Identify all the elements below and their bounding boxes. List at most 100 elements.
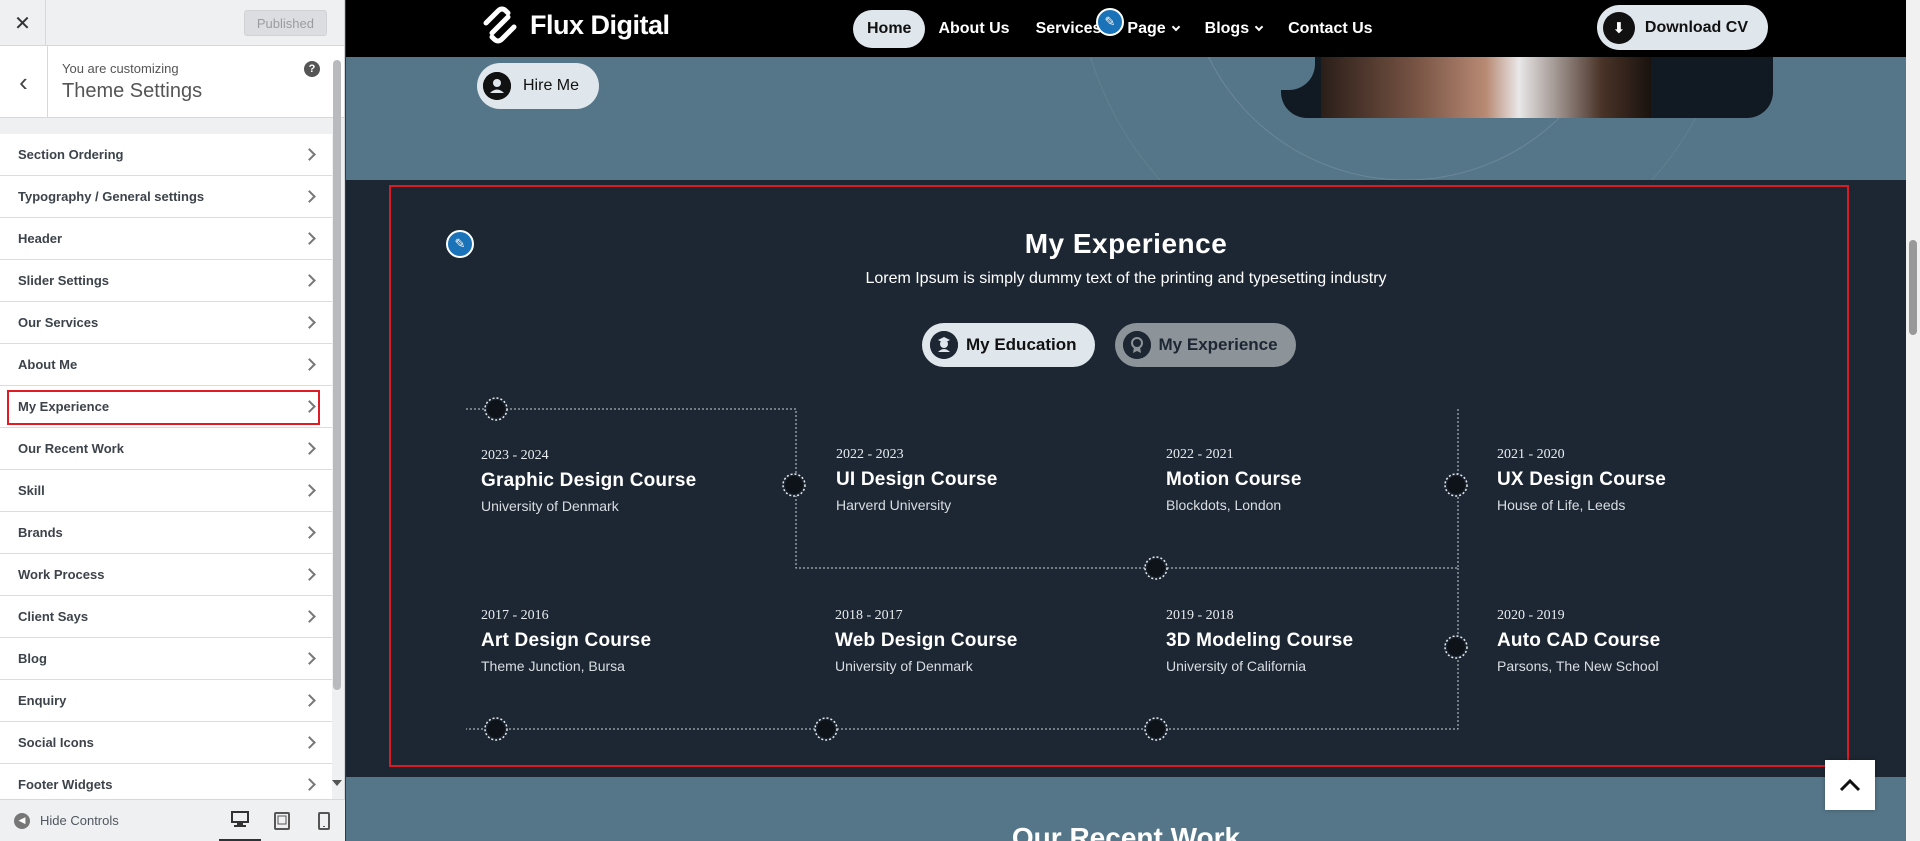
card-title: Motion Course — [1166, 469, 1302, 490]
chevron-right-icon — [303, 652, 316, 665]
card-years: 2017 - 2016 — [481, 608, 549, 623]
card-school: University of California — [1166, 658, 1307, 674]
menu-item-label: Section Ordering — [18, 147, 124, 162]
user-icon — [483, 72, 511, 100]
menu-item-skill[interactable]: Skill — [0, 470, 332, 512]
brand-name: Flux Digital — [530, 9, 670, 40]
card-school: Parsons, The New School — [1497, 658, 1659, 674]
menu-item-header[interactable]: Header — [0, 218, 332, 260]
device-desktop-button[interactable] — [219, 800, 261, 841]
card-title: UX Design Course — [1497, 469, 1666, 490]
hire-me-button[interactable]: Hire Me — [477, 63, 600, 109]
card-school: University of Denmark — [481, 498, 619, 514]
card-school: House of Life, Leeds — [1497, 497, 1626, 513]
menu-item-blog[interactable]: Blog — [0, 638, 332, 680]
menu-item-section-ordering[interactable]: Section Ordering — [0, 134, 332, 176]
back-icon[interactable]: ‹ — [0, 46, 48, 118]
menu-item-label: Social Icons — [18, 735, 94, 750]
section-title: Theme Settings — [62, 80, 203, 102]
device-tablet-button[interactable] — [261, 800, 303, 841]
menu-item-label: My Experience — [18, 399, 110, 414]
nav-label: Blogs — [1204, 20, 1250, 37]
chevron-right-icon — [303, 442, 316, 455]
device-mobile-button[interactable] — [303, 800, 345, 841]
menu-item-client-says[interactable]: Client Says — [0, 596, 332, 638]
hide-controls-button[interactable]: ◀ Hide Controls — [0, 812, 219, 829]
close-icon[interactable]: ✕ — [0, 0, 46, 46]
menu-item-our-services[interactable]: Our Services — [0, 302, 332, 344]
chevron-right-icon — [303, 568, 316, 581]
chevron-down-icon — [1171, 22, 1180, 32]
menu-item-label: About Me — [18, 357, 78, 372]
chevron-right-icon — [303, 736, 316, 749]
menu-item-brands[interactable]: Brands — [0, 512, 332, 554]
site-logo[interactable]: Flux Digital — [478, 3, 670, 47]
menu-item-about-me[interactable]: About Me — [0, 344, 332, 386]
menu-item-label: Brands — [18, 525, 63, 540]
download-icon: ⬇ — [1602, 11, 1635, 44]
scrollbar-thumb[interactable] — [1909, 240, 1917, 335]
timeline-card: 2023 - 2024 Graphic Design Course Univer… — [481, 448, 696, 514]
experience-section: ✎ My Experience Lorem Ipsum is simply du… — [346, 180, 1906, 777]
menu-item-typography[interactable]: Typography / General settings — [0, 176, 332, 218]
card-years: 2021 - 2020 — [1497, 447, 1565, 462]
nav-label: Contact Us — [1288, 20, 1373, 37]
nav-label: Services — [1035, 20, 1102, 37]
page-scrollbar[interactable] — [1906, 0, 1920, 841]
menu-item-social-icons[interactable]: Social Icons — [0, 722, 332, 764]
timeline-card: 2022 - 2023 UI Design Course Harverd Uni… — [836, 447, 998, 513]
menu-item-my-experience[interactable]: My Experience — [0, 386, 332, 428]
card-years: 2019 - 2018 — [1166, 608, 1234, 623]
timeline-card: 2017 - 2016 Art Design Course Theme Junc… — [481, 608, 651, 674]
nav-label: Page — [1127, 20, 1166, 37]
chevron-right-icon — [303, 400, 316, 413]
tablet-icon — [274, 811, 290, 830]
download-cv-button[interactable]: ⬇ Download CV — [1596, 5, 1768, 50]
menu-item-enquiry[interactable]: Enquiry — [0, 680, 332, 722]
edit-menu-pencil-icon[interactable]: ✎ — [1096, 8, 1124, 36]
nav-page[interactable]: Page — [1114, 10, 1191, 48]
nav-about-us[interactable]: About Us — [925, 10, 1022, 48]
menu-item-our-recent-work[interactable]: Our Recent Work — [0, 428, 332, 470]
menu-item-label: Blog — [18, 651, 47, 666]
menu-item-work-process[interactable]: Work Process — [0, 554, 332, 596]
card-years: 2023 - 2024 — [481, 448, 549, 463]
card-title: Art Design Course — [481, 630, 652, 651]
menu-item-label: Header — [18, 231, 63, 246]
card-years: 2018 - 2017 — [835, 608, 903, 623]
published-button[interactable]: Published — [243, 10, 327, 36]
menu-item-slider-settings[interactable]: Slider Settings — [0, 260, 332, 302]
chevron-right-icon — [303, 778, 316, 791]
menu-item-label: Our Recent Work — [18, 441, 124, 456]
flux-logo-icon — [483, 6, 517, 44]
menu-item-label: Footer Widgets — [18, 777, 113, 792]
chevron-up-icon — [1839, 778, 1861, 792]
menu-item-label: Work Process — [18, 567, 105, 582]
timeline-card: 2018 - 2017 Web Design Course University… — [835, 608, 1018, 674]
card-school: University of Denmark — [835, 658, 973, 674]
sidebar-scrollbar[interactable] — [333, 60, 341, 690]
customizer-topbar: ✕ Published — [0, 0, 344, 46]
help-icon[interactable]: ? — [304, 61, 320, 77]
hide-controls-label: Hide Controls — [40, 813, 119, 828]
menu-item-label: Enquiry — [18, 693, 67, 708]
chevron-right-icon — [303, 316, 316, 329]
card-school: Theme Junction, Bursa — [481, 658, 625, 674]
nav-blogs[interactable]: Blogs — [1192, 10, 1275, 48]
scroll-down-icon[interactable] — [332, 780, 342, 786]
card-title: Graphic Design Course — [481, 470, 697, 491]
nav-contact-us[interactable]: Contact Us — [1275, 10, 1385, 48]
chevron-right-icon — [303, 232, 316, 245]
card-school: Harverd University — [836, 497, 952, 513]
chevron-right-icon — [303, 526, 316, 539]
nav-home[interactable]: Home — [853, 10, 926, 48]
recent-work-title: Our Recent Work — [1011, 822, 1241, 841]
card-title: UI Design Course — [836, 469, 998, 490]
nav-label: Home — [867, 20, 912, 37]
customizer-menu: Section Ordering Typography / General se… — [0, 134, 332, 806]
card-years: 2020 - 2019 — [1497, 608, 1565, 623]
back-to-top-button[interactable] — [1825, 760, 1875, 810]
menu-item-label: Skill — [18, 483, 45, 498]
menu-item-label: Typography / General settings — [18, 189, 205, 204]
menu-item-label: Our Services — [18, 315, 99, 330]
